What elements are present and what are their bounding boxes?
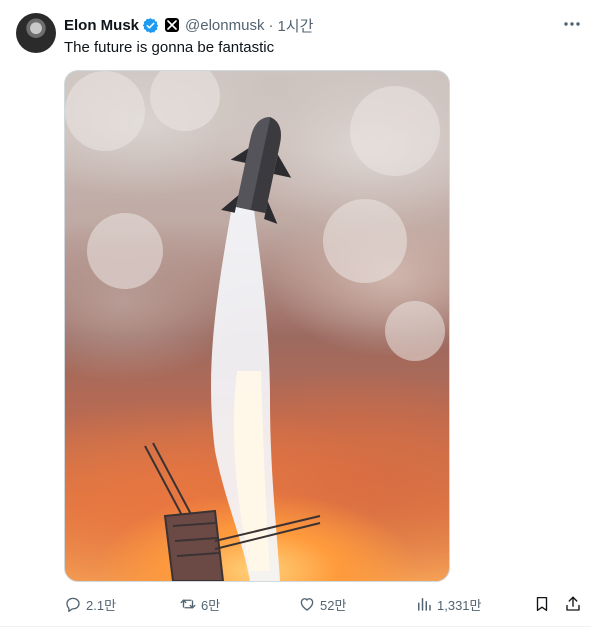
views-icon	[415, 595, 433, 613]
x-logo-icon	[165, 18, 180, 32]
views-count: 1,331만	[437, 597, 482, 613]
reply-button[interactable]: 2.1만	[64, 594, 116, 614]
like-count: 52만	[320, 597, 347, 613]
repost-count: 6만	[201, 597, 221, 613]
like-button[interactable]: 52만	[298, 594, 346, 614]
tweet-image[interactable]	[64, 70, 450, 582]
reply-count: 2.1만	[86, 597, 117, 613]
views-button[interactable]: 1,331만	[415, 594, 482, 614]
timestamp[interactable]: 1시간	[277, 15, 313, 36]
bookmark-icon	[533, 595, 551, 613]
action-bar: 2.1만 6만 52만 1,331만	[64, 594, 584, 614]
like-icon	[298, 595, 316, 613]
author-handle[interactable]: @elonmusk	[185, 17, 264, 34]
more-icon[interactable]	[562, 14, 582, 34]
author-name[interactable]: Elon Musk	[64, 17, 139, 34]
avatar[interactable]	[16, 13, 56, 53]
tweet-header: Elon Musk @elonmusk · 1시간	[64, 15, 313, 35]
separator: ·	[268, 16, 274, 34]
share-button[interactable]	[564, 594, 586, 614]
tweet-text: The future is gonna be fantastic	[64, 39, 275, 56]
repost-button[interactable]: 6만	[179, 594, 220, 614]
reply-icon	[64, 595, 82, 613]
share-icon	[564, 595, 582, 613]
tweet: Elon Musk @elonmusk · 1시간 The future is …	[0, 0, 591, 627]
bookmark-button[interactable]	[533, 594, 555, 614]
verified-badge-icon	[142, 17, 159, 34]
repost-icon	[179, 595, 197, 613]
